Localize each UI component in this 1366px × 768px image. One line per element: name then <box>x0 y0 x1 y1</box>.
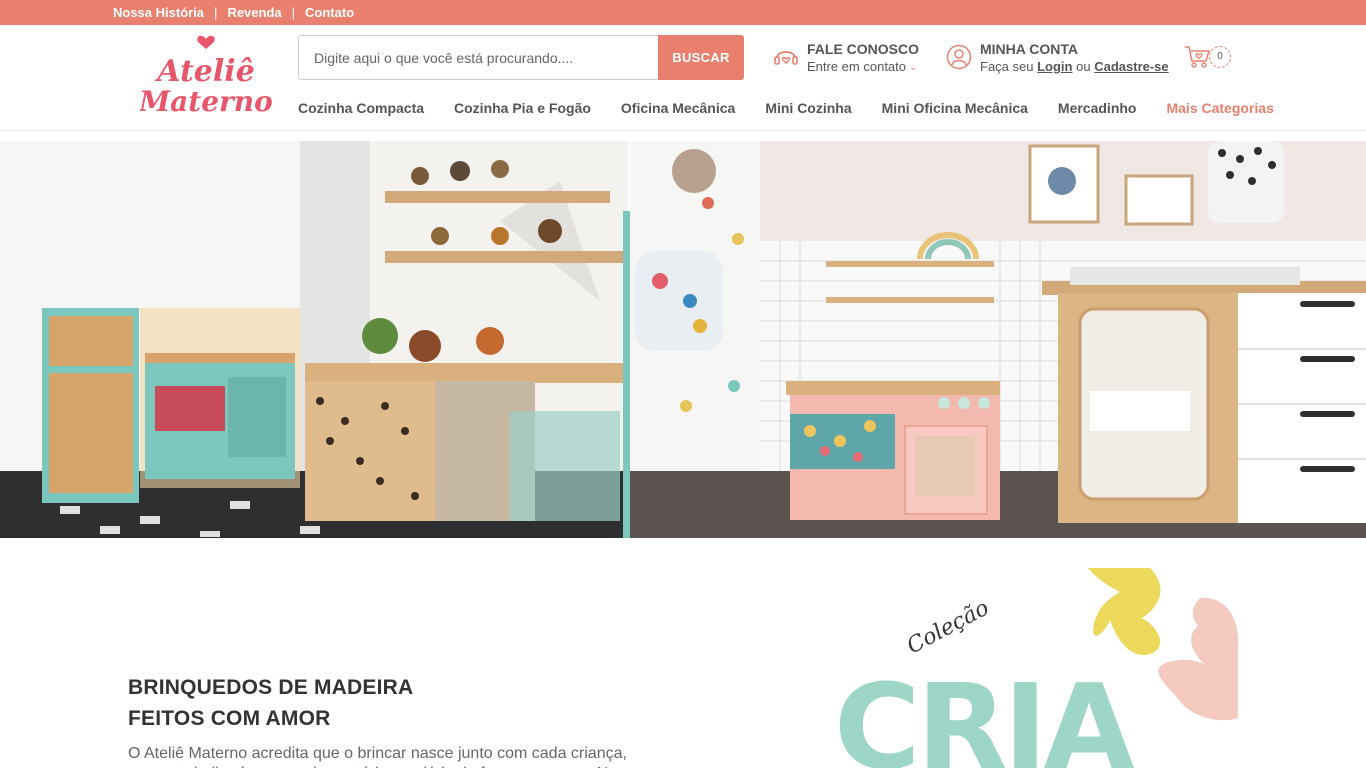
hero-banner-image <box>0 141 1366 538</box>
search-input[interactable] <box>298 35 658 80</box>
search-bar: BUSCAR <box>298 35 744 80</box>
hero-paragraph: O Ateliê Materno acredita que o brincar … <box>128 745 650 768</box>
category-nav: Cozinha Compacta Cozinha Pia e Fogão Ofi… <box>298 100 1274 116</box>
collection-cria-graphic[interactable]: Coleção CRIA <box>820 568 1240 768</box>
contact-widget[interactable]: FALE CONOSCO Entre em contato ⌄ <box>773 41 933 77</box>
search-button[interactable]: BUSCAR <box>658 35 744 80</box>
nav-item-mais-categorias[interactable]: Mais Categorias <box>1166 100 1273 116</box>
logo-line2: Materno <box>140 85 272 118</box>
separator: | <box>291 5 296 20</box>
link-contato[interactable]: Contato <box>305 5 354 20</box>
header-divider <box>0 130 1366 131</box>
contact-subtitle: Entre em contato ⌄ <box>807 59 917 74</box>
nav-item-oficina-mecanica[interactable]: Oficina Mecânica <box>621 100 735 116</box>
account-title: MINHA CONTA <box>980 41 1078 57</box>
top-bar: Nossa História | Revenda | Contato <box>0 0 1366 25</box>
headset-heart-icon <box>773 44 799 70</box>
collection-small-label: Coleção <box>903 596 993 660</box>
collection-big-label: CRIA <box>834 658 1134 768</box>
nav-item-cozinha-compacta[interactable]: Cozinha Compacta <box>298 100 424 116</box>
link-nossa-historia[interactable]: Nossa História <box>113 5 204 20</box>
user-icon <box>946 44 972 70</box>
cart-count: 0 <box>1209 46 1231 68</box>
hero-headline-line2: FEITOS COM AMOR <box>128 707 331 730</box>
top-links: Nossa História | Revenda | Contato <box>113 5 354 20</box>
nav-item-mini-cozinha[interactable]: Mini Cozinha <box>765 100 851 116</box>
account-subtitle: Faça seu Login ou Cadastre-se <box>980 59 1169 74</box>
cart-heart-icon <box>1184 44 1212 70</box>
nav-item-mercadinho[interactable]: Mercadinho <box>1058 100 1137 116</box>
login-link[interactable]: Login <box>1037 59 1072 74</box>
hero-banner[interactable] <box>0 141 1366 538</box>
logo-line1: Ateliê <box>154 54 255 89</box>
nav-item-mini-oficina-mecanica[interactable]: Mini Oficina Mecânica <box>882 100 1028 116</box>
logo[interactable]: Ateliê Materno <box>138 33 273 121</box>
cart-button[interactable]: 0 <box>1184 44 1236 72</box>
contact-title: FALE CONOSCO <box>807 41 920 57</box>
chevron-down-icon: ⌄ <box>909 62 918 73</box>
account-or: ou <box>1076 59 1091 74</box>
separator: | <box>214 5 218 20</box>
hero-headline-line1: BRINQUEDOS DE MADEIRA <box>128 676 414 699</box>
contact-subtitle-text: Entre em contato <box>807 59 906 74</box>
account-widget: MINHA CONTA Faça seu Login ou Cadastre-s… <box>946 41 1176 77</box>
signup-link[interactable]: Cadastre-se <box>1094 59 1168 74</box>
hero-headline: BRINQUEDOS DE MADEIRA FEITOS COM AMOR <box>128 672 413 734</box>
nav-item-cozinha-pia-fogao[interactable]: Cozinha Pia e Fogão <box>454 100 591 116</box>
link-revenda[interactable]: Revenda <box>227 5 281 20</box>
account-prefix: Faça seu <box>980 59 1034 74</box>
